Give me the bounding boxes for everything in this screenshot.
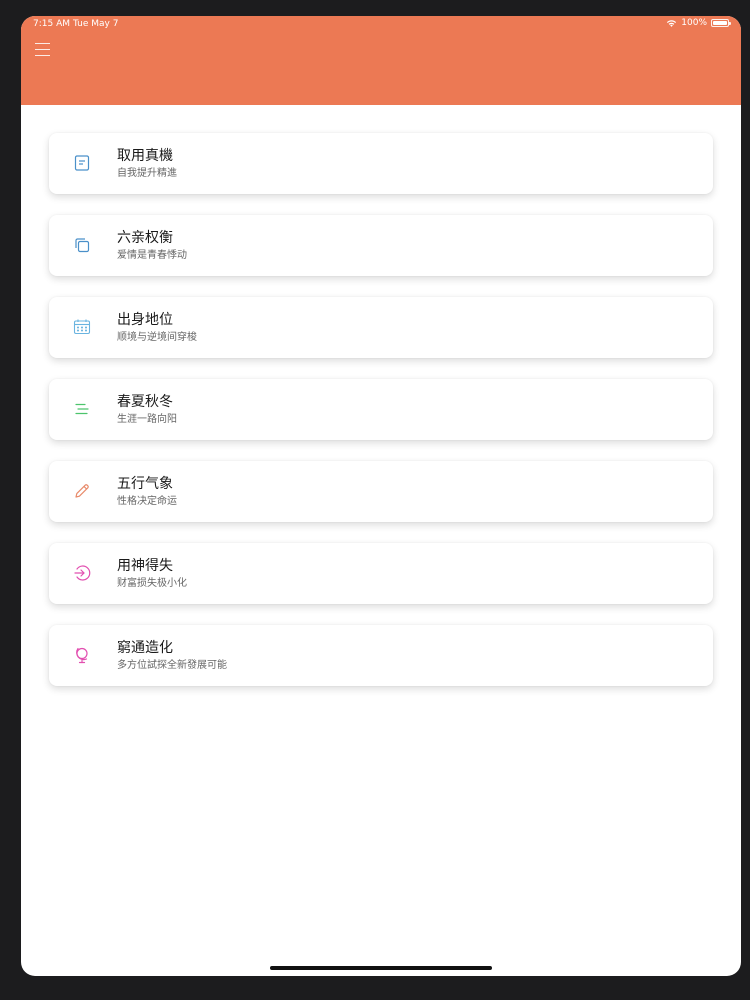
item-subtitle: 性格决定命运 bbox=[117, 496, 177, 507]
list-item-4[interactable]: 五行气象 性格决定命运 bbox=[49, 461, 713, 522]
app-screen: 7:15 AM Tue May 7 100% 取用真機 自我提升精進 六亲权衡 … bbox=[21, 16, 741, 976]
wifi-icon bbox=[667, 19, 677, 27]
login-icon bbox=[73, 564, 91, 582]
status-bar: 7:15 AM Tue May 7 100% bbox=[21, 16, 741, 34]
item-title: 春夏秋冬 bbox=[117, 394, 173, 410]
item-subtitle: 爱情是青春悸动 bbox=[117, 250, 187, 261]
lines-icon bbox=[73, 400, 91, 418]
calendar-icon bbox=[73, 318, 91, 336]
item-subtitle: 生涯一路向阳 bbox=[117, 414, 177, 425]
list-item-0[interactable]: 取用真機 自我提升精進 bbox=[49, 133, 713, 194]
document-icon bbox=[73, 154, 91, 172]
item-subtitle: 自我提升精進 bbox=[117, 168, 177, 179]
item-title: 窮通造化 bbox=[117, 640, 173, 656]
item-subtitle: 顺境与逆境间穿梭 bbox=[117, 332, 197, 343]
item-title: 取用真機 bbox=[117, 148, 173, 164]
item-title: 六亲权衡 bbox=[117, 230, 173, 246]
app-header: 7:15 AM Tue May 7 100% bbox=[21, 16, 741, 105]
globe-icon bbox=[73, 646, 91, 664]
list-item-6[interactable]: 窮通造化 多方位試探全新發展可能 bbox=[49, 625, 713, 686]
list-item-3[interactable]: 春夏秋冬 生涯一路向阳 bbox=[49, 379, 713, 440]
status-date: Tue May 7 bbox=[73, 19, 119, 29]
status-time: 7:15 AM bbox=[33, 19, 70, 29]
list-item-1[interactable]: 六亲权衡 爱情是青春悸动 bbox=[49, 215, 713, 276]
item-subtitle: 财富损失极小化 bbox=[117, 578, 187, 589]
status-right: 100% bbox=[666, 18, 731, 28]
home-indicator[interactable] bbox=[270, 966, 492, 970]
copy-icon bbox=[73, 236, 91, 254]
list-item-5[interactable]: 用神得失 财富损失极小化 bbox=[49, 543, 713, 604]
feature-list: 取用真機 自我提升精進 六亲权衡 爱情是青春悸动 出身地位 顺境与逆境间穿梭 春… bbox=[49, 133, 713, 707]
item-title: 出身地位 bbox=[117, 312, 173, 328]
battery-icon bbox=[711, 19, 731, 27]
hamburger-menu-icon[interactable] bbox=[33, 40, 53, 60]
item-title: 五行气象 bbox=[117, 476, 173, 492]
list-item-2[interactable]: 出身地位 顺境与逆境间穿梭 bbox=[49, 297, 713, 358]
item-subtitle: 多方位試探全新發展可能 bbox=[117, 660, 227, 671]
battery-percent: 100% bbox=[681, 18, 707, 28]
pencil-icon bbox=[73, 482, 91, 500]
item-title: 用神得失 bbox=[117, 558, 173, 574]
